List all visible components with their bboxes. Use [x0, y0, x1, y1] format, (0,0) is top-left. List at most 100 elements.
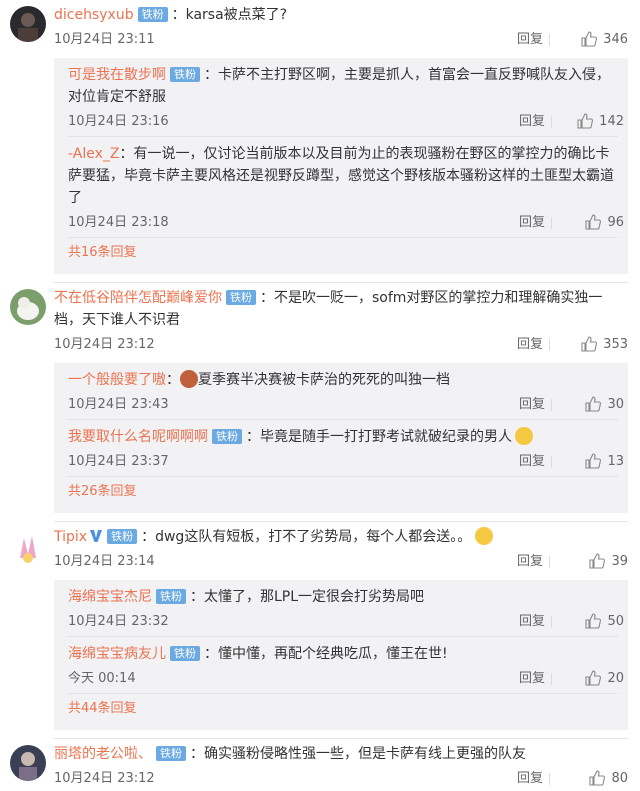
divider	[549, 556, 550, 568]
colon: ：	[204, 646, 218, 662]
fan-badge[interactable]: 铁粉	[156, 589, 186, 604]
fan-badge[interactable]: 铁粉	[212, 429, 242, 444]
thumbs-up-icon	[577, 113, 594, 129]
reply-author[interactable]: 海绵宝宝病友儿	[68, 646, 166, 662]
like-count: 20	[607, 671, 624, 686]
thumbs-up-icon	[585, 453, 602, 469]
like-button[interactable]: 30	[554, 393, 624, 417]
thumbs-up-icon	[585, 670, 602, 686]
thumbs-up-icon	[581, 31, 598, 47]
like-button[interactable]: 50	[554, 610, 624, 634]
reply-author[interactable]: 一个般般要了嗷	[68, 372, 166, 388]
comment: 不在低谷陪伴怎配巅峰爱你 铁粉 ：不是吹一贬一，sofm对野区的掌控力和理解确实独一…	[0, 283, 640, 522]
fan-badge[interactable]: 铁粉	[137, 7, 168, 22]
reply-button[interactable]: 回复	[517, 767, 543, 791]
dog-face-emoji-icon	[180, 370, 198, 388]
like-count: 96	[607, 215, 624, 230]
like-button[interactable]: 353	[558, 333, 628, 357]
comment: dicehsyxub 铁粉 ：karsa被点菜了? 10月24日 23:11 回复 …	[0, 0, 640, 283]
like-button[interactable]: 39	[558, 550, 628, 574]
divider	[551, 116, 552, 128]
avatar[interactable]	[10, 528, 46, 564]
colon: ：	[190, 746, 204, 762]
divider	[551, 616, 552, 628]
reply-author[interactable]: 海绵宝宝杰尼	[68, 589, 152, 605]
reply-item: 海绵宝宝病友儿 铁粉 ：懂中懂，再配个经典吃瓜，懂王在世! 今天 00:14 回复 …	[68, 637, 624, 694]
reply-button[interactable]: 回复	[519, 667, 545, 691]
comment-text: 确实骚粉侵略性强一些，但是卡萨有线上更强的队友	[204, 746, 526, 762]
comment-time: 10月24日 23:14	[54, 554, 155, 569]
colon: ：	[141, 529, 156, 545]
reply-button[interactable]: 回复	[517, 333, 543, 357]
like-button[interactable]: 96	[554, 211, 624, 235]
reply-button[interactable]: 回复	[517, 28, 543, 52]
like-button[interactable]: 142	[554, 110, 624, 134]
like-count: 30	[607, 397, 624, 412]
reply-text: 懂中懂，再配个经典吃瓜，懂王在世!	[218, 646, 448, 662]
reply-item: 我要取什么名呢啊啊啊 铁粉 ：毕竟是随手一打打野考试就破纪录的男人 10月24日 2…	[68, 420, 624, 477]
fan-badge[interactable]: 铁粉	[226, 290, 256, 305]
thumbs-up-icon	[585, 214, 602, 230]
more-replies-link[interactable]: 共16条回复	[68, 238, 618, 268]
divider	[551, 399, 552, 411]
fan-badge[interactable]: 铁粉	[107, 529, 138, 544]
reply-button[interactable]: 回复	[519, 610, 545, 634]
reply-button[interactable]: 回复	[519, 211, 545, 235]
comment-author[interactable]: Tipix	[54, 529, 87, 545]
thumbs-up-icon	[581, 336, 598, 352]
blushing-emoji-icon	[475, 527, 494, 545]
fan-badge[interactable]: 铁粉	[170, 646, 200, 661]
avatar[interactable]	[10, 289, 46, 325]
like-button[interactable]: 13	[554, 450, 624, 474]
reply-text: 毕竟是随手一打打野考试就破纪录的男人	[260, 429, 512, 445]
comment: 丽塔的老公啦、 铁粉 ：确实骚粉侵略性强一些，但是卡萨有线上更强的队友 10月24日…	[0, 739, 640, 791]
avatar[interactable]	[10, 745, 46, 781]
reply-time: 10月24日 23:43	[68, 397, 169, 412]
reply-item: -Alex_Z：有一说一，仅讨论当前版本以及目前为止的表现骚粉在野区的掌控力的确…	[68, 137, 624, 238]
reply-time: 10月24日 23:37	[68, 454, 169, 469]
colon: ：	[260, 290, 274, 306]
comment-time: 10月24日 23:12	[54, 337, 155, 352]
reply-list: 一个般般要了嗷： 夏季赛半决赛被卡萨治的死死的叫独一档 10月24日 23:43 …	[54, 363, 628, 513]
divider	[551, 673, 552, 685]
colon: ：	[166, 372, 180, 388]
reply-author[interactable]: 我要取什么名呢啊啊啊	[68, 429, 208, 445]
like-button[interactable]: 20	[554, 667, 624, 691]
colon: ：	[171, 7, 186, 23]
like-count: 39	[611, 554, 628, 569]
comment-text: karsa被点菜了?	[185, 7, 288, 23]
comment-author[interactable]: 不在低谷陪伴怎配巅峰爱你	[54, 290, 222, 306]
reply-item: 可是我在散步啊 铁粉 ：卡萨不主打野区啊，主要是抓人，首富会一直反野喊队友入侵，对位…	[68, 58, 624, 137]
reply-time: 10月24日 23:32	[68, 614, 169, 629]
more-replies-link[interactable]: 共44条回复	[68, 694, 618, 724]
like-count: 353	[603, 337, 628, 352]
like-button[interactable]: 80	[558, 767, 628, 791]
comment-author[interactable]: dicehsyxub	[54, 7, 134, 23]
more-replies-link[interactable]: 共26条回复	[68, 477, 618, 507]
comment-author[interactable]: 丽塔的老公啦、	[54, 746, 152, 762]
reply-author[interactable]: -Alex_Z	[68, 146, 119, 162]
reply-button[interactable]: 回复	[519, 393, 545, 417]
reply-time: 今天 00:14	[68, 671, 136, 686]
verified-v-icon	[90, 530, 103, 542]
like-count: 142	[599, 114, 624, 129]
like-button[interactable]: 346	[558, 28, 628, 52]
like-count: 346	[603, 32, 628, 47]
fan-badge[interactable]: 铁粉	[170, 67, 200, 82]
like-count: 13	[607, 454, 624, 469]
fan-badge[interactable]: 铁粉	[156, 746, 186, 761]
colon: ：	[119, 146, 134, 162]
divider	[549, 773, 550, 785]
reply-button[interactable]: 回复	[519, 450, 545, 474]
comment-time: 10月24日 23:11	[54, 32, 155, 47]
avatar[interactable]	[10, 6, 46, 42]
thumbs-up-icon	[585, 396, 602, 412]
reply-button[interactable]: 回复	[519, 110, 545, 134]
colon: ：	[190, 589, 204, 605]
thumbs-up-icon	[589, 553, 606, 569]
comment: Tipix 铁粉 ：dwg这队有短板，打不了劣势局，每个人都会送。。 10月24日 …	[0, 522, 640, 739]
reply-button[interactable]: 回复	[517, 550, 543, 574]
reply-time: 10月24日 23:18	[68, 215, 169, 230]
thumbs-up-icon	[585, 613, 602, 629]
reply-author[interactable]: 可是我在散步啊	[68, 67, 166, 83]
